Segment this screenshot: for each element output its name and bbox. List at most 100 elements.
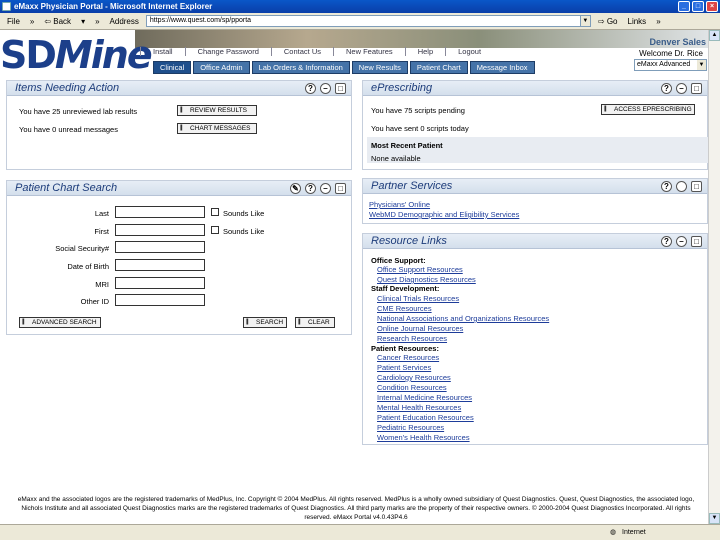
welcome-text: Welcome Dr. Rice: [639, 49, 703, 58]
resource-link[interactable]: Clinical Trials Resources: [377, 294, 459, 303]
minimize-icon[interactable]: –: [320, 83, 331, 94]
resource-link[interactable]: Online Journal Resources: [377, 324, 463, 333]
address-bar[interactable]: https://www.quest.com/sp/pporta ▼: [145, 15, 591, 27]
circle-icon[interactable]: [676, 181, 687, 192]
access-eprescribing-button[interactable]: ACCESS EPRESCRIBING: [601, 104, 695, 115]
minimize-button[interactable]: _: [678, 1, 690, 12]
webmd-eligibility-link[interactable]: WebMD Demographic and Eligibility Servic…: [369, 210, 519, 219]
footer-line: reserved. eMaxx Portal v4.0.43P4.6: [304, 514, 408, 521]
edit-icon[interactable]: ✎: [290, 183, 301, 194]
browser-toolbar: File » ⇦ Back ▾ » Address https://www.qu…: [0, 13, 720, 30]
logout-link[interactable]: Logout: [445, 47, 493, 56]
resource-link[interactable]: Cancer Resources: [377, 353, 439, 362]
resource-link[interactable]: Women's Health Resources: [377, 433, 470, 442]
recent-patient-heading: Most Recent Patient: [371, 141, 443, 150]
help-icon[interactable]: ?: [661, 181, 672, 192]
panel-title: Partner Services: [371, 180, 453, 192]
minimize-icon[interactable]: –: [676, 236, 687, 247]
change-password-link[interactable]: Change Password: [184, 47, 271, 56]
last-name-input[interactable]: [115, 206, 205, 218]
first-name-input[interactable]: [115, 224, 205, 236]
maximize-icon[interactable]: □: [691, 236, 702, 247]
new-features-link[interactable]: New Features: [333, 47, 405, 56]
resource-link[interactable]: Cardiology Resources: [377, 373, 451, 382]
panel-title: Resource Links: [371, 235, 447, 247]
last-name-label: Last: [94, 209, 109, 218]
install-link[interactable]: Install: [140, 47, 185, 56]
last-sounds-like-checkbox[interactable]: [211, 208, 219, 216]
help-icon[interactable]: ?: [661, 83, 672, 94]
panel-title: ePrescribing: [371, 82, 433, 94]
minimize-icon[interactable]: –: [676, 83, 687, 94]
resource-link[interactable]: Office Support Resources: [377, 265, 463, 274]
sdmine-logo: SDMine: [0, 33, 153, 77]
resource-link[interactable]: National Associations and Organizations …: [377, 314, 549, 323]
patient-chart-search-panel: Patient Chart Search ✎ ? – □ Last Sounds…: [6, 180, 352, 335]
maximize-icon[interactable]: □: [335, 183, 346, 194]
mri-label: MRI: [95, 280, 109, 289]
help-icon[interactable]: ?: [661, 236, 672, 247]
scripts-pending-text: You have 75 scripts pending: [371, 106, 465, 115]
help-icon[interactable]: ?: [305, 83, 316, 94]
close-button[interactable]: ×: [706, 1, 718, 12]
resource-link[interactable]: CME Resources: [377, 304, 432, 313]
first-sounds-like-checkbox[interactable]: [211, 226, 219, 234]
role-select[interactable]: eMaxx Advanced ▼: [634, 59, 707, 71]
tab-message-inbox[interactable]: Message Inbox: [469, 61, 535, 74]
toolbar-chevron[interactable]: »: [92, 16, 102, 27]
help-link[interactable]: Help: [404, 47, 445, 56]
window-titlebar: eMaxx Physician Portal - Microsoft Inter…: [0, 0, 720, 13]
ssn-input[interactable]: [115, 241, 205, 253]
tab-new-results[interactable]: New Results: [351, 61, 408, 74]
tab-clinical[interactable]: Clinical: [153, 61, 192, 74]
resource-link[interactable]: Research Resources: [377, 334, 447, 343]
go-button[interactable]: ⇨ Go: [595, 16, 621, 27]
chart-messages-button[interactable]: CHART MESSAGES: [177, 123, 257, 134]
toolbar-chevron[interactable]: »: [27, 16, 37, 27]
clear-button[interactable]: CLEAR: [295, 317, 335, 328]
maximize-button[interactable]: □: [692, 1, 704, 12]
resource-link[interactable]: Mental Health Resources: [377, 403, 461, 412]
mri-input[interactable]: [115, 277, 205, 289]
physicians-online-link[interactable]: Physicians' Online: [369, 200, 430, 209]
tab-patient-chart[interactable]: Patient Chart: [409, 61, 468, 74]
other-id-input[interactable]: [115, 294, 205, 306]
resource-link[interactable]: Patient Education Resources: [377, 413, 474, 422]
scroll-up-icon[interactable]: ▲: [709, 30, 720, 41]
help-icon[interactable]: ?: [305, 183, 316, 194]
advanced-search-button[interactable]: ADVANCED SEARCH: [19, 317, 101, 328]
dob-input[interactable]: [115, 259, 205, 271]
dob-label: Date of Birth: [67, 262, 109, 271]
resource-link[interactable]: Quest Diagnostics Resources: [377, 275, 476, 284]
resource-link[interactable]: Pediatric Resources: [377, 423, 444, 432]
resource-link[interactable]: Patient Services: [377, 363, 431, 372]
panel-title: Items Needing Action: [15, 82, 120, 94]
links-button[interactable]: Links: [625, 16, 650, 27]
resource-link[interactable]: Internal Medicine Resources: [377, 393, 472, 402]
resource-link[interactable]: Condition Resources: [377, 383, 447, 392]
chevron-down-icon[interactable]: ▼: [579, 16, 590, 26]
back-dropdown-icon[interactable]: ▾: [78, 16, 88, 27]
review-results-button[interactable]: REVIEW RESULTS: [177, 105, 257, 116]
contact-us-link[interactable]: Contact Us: [270, 47, 333, 56]
maximize-icon[interactable]: □: [691, 181, 702, 192]
scripts-sent-text: You have sent 0 scripts today: [371, 124, 469, 133]
tab-lab-orders[interactable]: Lab Orders & Information: [251, 61, 350, 74]
ie-app-icon: [2, 2, 11, 11]
lab-results-text: You have 25 unreviewed lab results: [19, 107, 138, 116]
file-menu[interactable]: File: [4, 16, 23, 27]
scroll-down-icon[interactable]: ▼: [709, 513, 720, 524]
vertical-scrollbar[interactable]: ▲ ▼: [708, 30, 720, 524]
maximize-icon[interactable]: □: [691, 83, 702, 94]
back-button[interactable]: ⇦ Back: [41, 16, 74, 27]
toolbar-chevron[interactable]: »: [653, 16, 663, 27]
office-support-heading: Office Support:: [371, 256, 426, 265]
patient-resources-heading: Patient Resources:: [371, 344, 439, 353]
minimize-icon[interactable]: –: [320, 183, 331, 194]
top-links: Install Change Password Contact Us New F…: [140, 47, 493, 56]
staff-development-heading: Staff Development:: [371, 284, 440, 293]
maximize-icon[interactable]: □: [335, 83, 346, 94]
search-button[interactable]: SEARCH: [243, 317, 287, 328]
chevron-down-icon[interactable]: ▼: [697, 60, 706, 70]
tab-office-admin[interactable]: Office Admin: [193, 61, 250, 74]
